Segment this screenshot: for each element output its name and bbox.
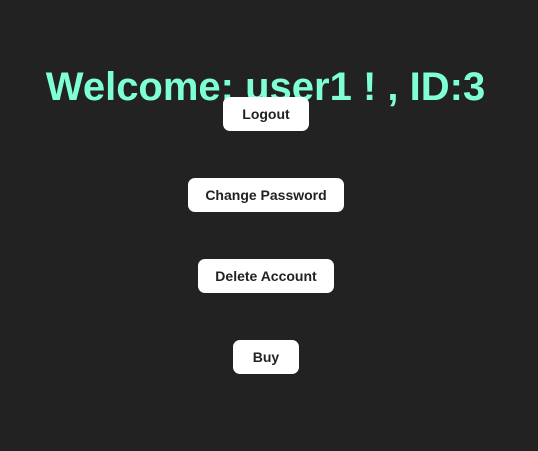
- buy-button[interactable]: Buy: [233, 340, 299, 374]
- logout-button[interactable]: Logout: [223, 97, 309, 131]
- change-password-button[interactable]: Change Password: [188, 178, 344, 212]
- account-page: Welcome: user1 ! , ID:3 Logout Change Pa…: [0, 0, 538, 451]
- delete-account-button[interactable]: Delete Account: [198, 259, 334, 293]
